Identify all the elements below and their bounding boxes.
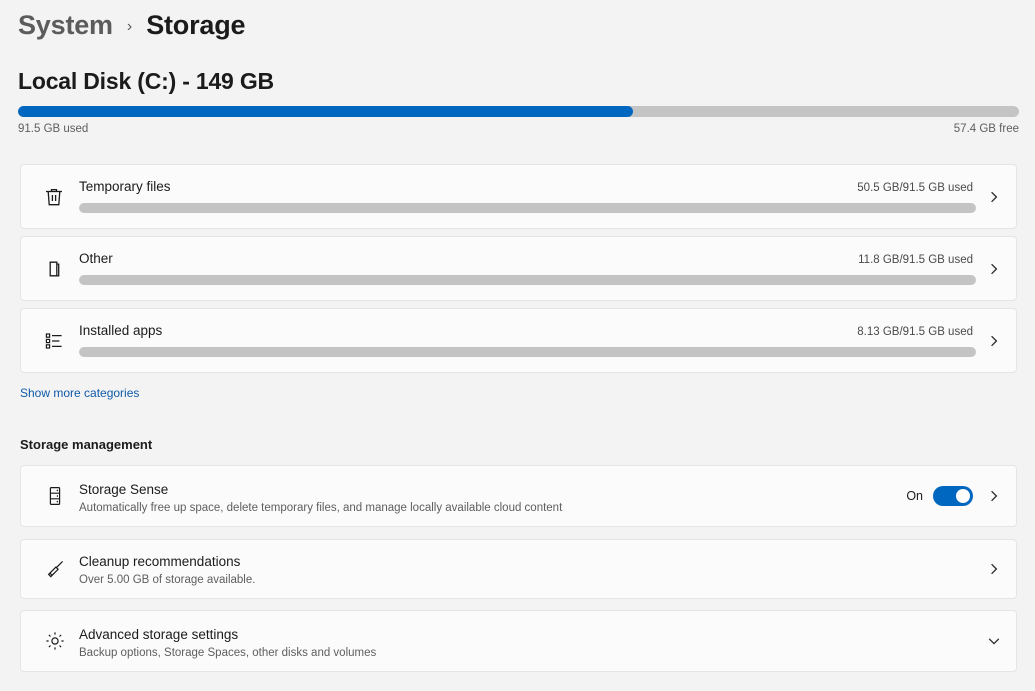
breadcrumb-separator-icon: ›: [126, 18, 133, 35]
storage-category-row[interactable]: Temporary files 50.5 GB/91.5 GB used: [20, 164, 1017, 229]
disk-used-label: 91.5 GB used: [18, 123, 89, 135]
storage-sense-toggle-group: On: [906, 486, 973, 506]
breadcrumb: System › Storage: [18, 10, 246, 48]
category-usage-bar: [79, 203, 976, 213]
disk-usage-legend: 91.5 GB used 57.4 GB free: [18, 123, 1019, 135]
trash-icon: [40, 183, 68, 211]
storage-sense-toggle[interactable]: [933, 486, 973, 506]
advanced-storage-settings-row[interactable]: Advanced storage settings Backup options…: [20, 610, 1017, 672]
category-label: Other: [79, 251, 113, 266]
breadcrumb-current-storage: Storage: [146, 10, 246, 40]
gear-icon: [40, 626, 70, 656]
chevron-right-icon[interactable]: [985, 188, 1003, 206]
category-usage-bar: [79, 275, 976, 285]
breadcrumb-link-system[interactable]: System: [18, 10, 113, 41]
drive-stack-icon: [40, 481, 70, 511]
category-label: Installed apps: [79, 323, 163, 338]
chevron-down-icon[interactable]: [985, 632, 1003, 650]
toggle-state-label: On: [906, 489, 923, 503]
page-title: Local Disk (C:) - 149 GB: [18, 68, 274, 94]
storage-sense-row[interactable]: Storage Sense Automatically free up spac…: [20, 465, 1017, 527]
category-label: Temporary files: [79, 179, 171, 194]
category-usage-value: 8.13 GB/91.5 GB used: [857, 326, 973, 338]
row-subtitle: Backup options, Storage Spaces, other di…: [79, 647, 377, 659]
broom-icon: [40, 554, 70, 584]
cleanup-recommendations-row[interactable]: Cleanup recommendations Over 5.00 GB of …: [20, 539, 1017, 599]
row-title: Advanced storage settings: [79, 627, 239, 642]
chevron-right-icon[interactable]: [985, 332, 1003, 350]
show-more-categories-link[interactable]: Show more categories: [20, 386, 139, 400]
category-usage-value: 11.8 GB/91.5 GB used: [858, 254, 973, 266]
storage-category-row[interactable]: Installed apps 8.13 GB/91.5 GB used: [20, 308, 1017, 373]
toggle-knob: [956, 489, 970, 503]
storage-management-section-label: Storage management: [20, 437, 153, 452]
category-usage-value: 50.5 GB/91.5 GB used: [857, 182, 973, 194]
chevron-right-icon[interactable]: [985, 487, 1003, 505]
chevron-right-icon[interactable]: [985, 260, 1003, 278]
category-usage-bar: [79, 347, 976, 357]
documents-icon: [40, 255, 68, 283]
row-title: Cleanup recommendations: [79, 554, 241, 569]
disk-free-label: 57.4 GB free: [953, 123, 1019, 135]
row-subtitle: Automatically free up space, delete temp…: [79, 502, 563, 514]
row-subtitle: Over 5.00 GB of storage available.: [79, 574, 256, 586]
disk-usage-bar: [18, 106, 1019, 117]
storage-category-row[interactable]: Other 11.8 GB/91.5 GB used: [20, 236, 1017, 301]
disk-usage-bar-fill: [18, 106, 633, 117]
chevron-right-icon[interactable]: [985, 560, 1003, 578]
app-list-icon: [40, 327, 68, 355]
row-title: Storage Sense: [79, 482, 169, 497]
